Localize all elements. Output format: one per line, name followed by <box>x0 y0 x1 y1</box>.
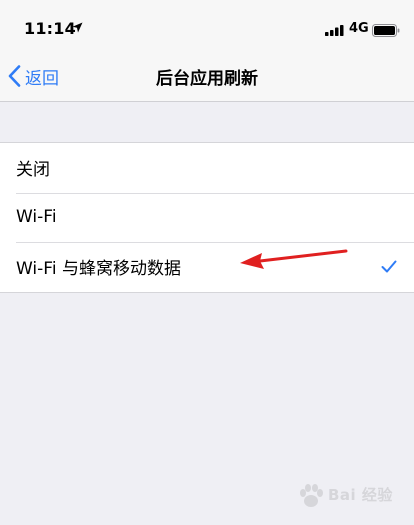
battery-icon <box>372 24 400 37</box>
option-label: 关闭 <box>16 160 50 181</box>
option-off[interactable]: 关闭 <box>0 143 414 193</box>
refresh-options-list: 关闭 Wi-Fi Wi-Fi 与蜂窝移动数据 <box>0 142 414 293</box>
checkmark-icon <box>381 260 397 273</box>
status-bar: 11:14 4G <box>0 0 414 50</box>
signal-bars-icon <box>325 25 344 36</box>
annotation-arrow-icon <box>240 249 348 269</box>
page-title: 后台应用刷新 <box>156 69 258 89</box>
settings-screen: 11:14 4G 返回 后台应用刷新 关闭 Wi-Fi Wi-Fi 与蜂窝移动数… <box>0 0 414 525</box>
navigation-bar: 返回 后台应用刷新 <box>0 50 414 102</box>
status-time: 11:14 <box>24 19 76 38</box>
option-wifi-and-cellular[interactable]: Wi-Fi 与蜂窝移动数据 <box>0 242 414 292</box>
location-arrow-icon <box>72 22 83 33</box>
option-wifi[interactable]: Wi-Fi <box>0 192 414 243</box>
option-label: Wi-Fi <box>16 207 57 228</box>
network-type: 4G <box>349 21 369 36</box>
paw-logo-icon <box>300 484 323 507</box>
watermark-text: Bai 经验 <box>328 486 393 504</box>
option-label: Wi-Fi 与蜂窝移动数据 <box>16 259 181 280</box>
watermark: Bai 经验 <box>296 478 408 518</box>
